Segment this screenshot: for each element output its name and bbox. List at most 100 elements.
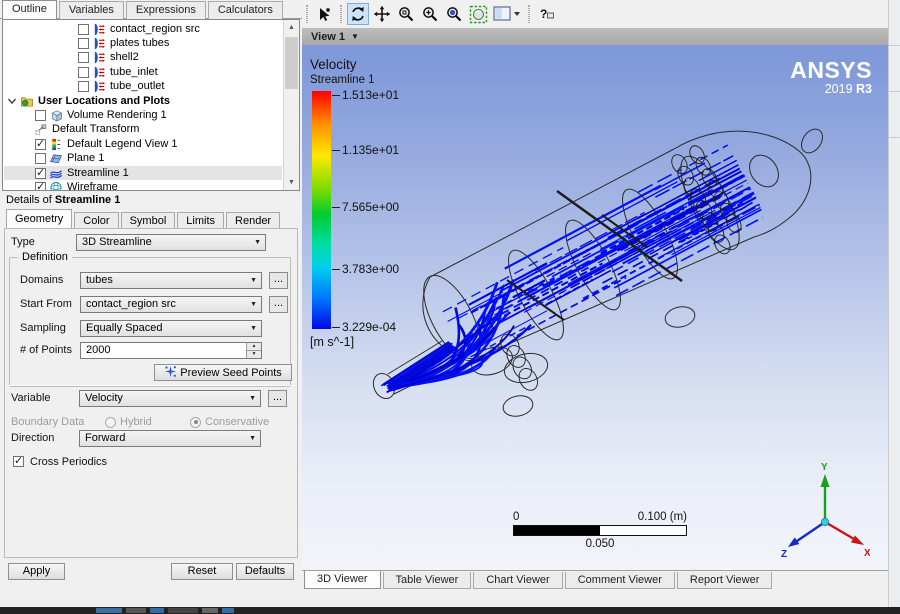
fit-view-button[interactable] <box>467 3 489 25</box>
start-from-label: Start From <box>20 296 72 313</box>
conservative-radio[interactable]: Conservative <box>190 416 269 428</box>
scroll-down-icon[interactable]: ▼ <box>284 175 299 190</box>
boundary-data-label: Boundary Data <box>11 414 84 431</box>
3d-viewport[interactable]: Velocity Streamline 1 1.513e+01 1.135e+0… <box>302 45 888 570</box>
rotate-icon <box>349 5 367 23</box>
view-dropdown-icon[interactable]: ▼ <box>351 32 359 41</box>
rotate-tool-button[interactable] <box>347 3 369 25</box>
sampling-dropdown[interactable]: Equally Spaced▼ <box>80 320 262 337</box>
ansys-cfd-post-window: OutlineVariablesExpressionsCalculatorsTu… <box>0 0 900 614</box>
legend-unit: [m s^-1] <box>310 335 354 349</box>
tree-item-tube-outlet[interactable]: tube_outlet <box>4 80 282 94</box>
checkbox[interactable] <box>35 110 46 121</box>
tab-limits[interactable]: Limits <box>177 212 224 229</box>
separator <box>7 385 295 386</box>
tab-chart-viewer[interactable]: Chart Viewer <box>473 572 562 589</box>
tree-item-wireframe[interactable]: Wireframe <box>4 180 282 191</box>
tab-outline[interactable]: Outline <box>2 0 57 19</box>
fit-view-icon <box>469 5 488 24</box>
svg-text:?: ? <box>540 7 547 21</box>
toolbar-grip[interactable] <box>306 5 308 23</box>
variable-browse-button[interactable]: ... <box>268 390 287 407</box>
tab-expressions[interactable]: Expressions <box>126 1 206 19</box>
zoom-area-tool-button[interactable] <box>443 3 465 25</box>
taskbar-edge[interactable] <box>0 607 900 614</box>
toolbar-grip[interactable] <box>528 5 530 23</box>
hybrid-radio[interactable]: Hybrid <box>105 416 152 428</box>
tree-item-default-transform[interactable]: Default Transform <box>4 123 282 137</box>
tab-symbol[interactable]: Symbol <box>121 212 176 229</box>
collapsed-panel-strip[interactable] <box>888 0 900 608</box>
orientation-triad[interactable]: Y X Z <box>780 460 870 562</box>
checkbox[interactable] <box>78 24 89 35</box>
tab-render[interactable]: Render <box>226 212 280 229</box>
pan-tool-button[interactable] <box>371 3 393 25</box>
domains-browse-button[interactable]: ... <box>269 272 288 289</box>
tree-item-contact-region-src[interactable]: contact_region src <box>4 22 282 36</box>
tree-item-default-legend[interactable]: Default Legend View 1 <box>4 137 282 151</box>
tree-item-shell2[interactable]: shell2 <box>4 51 282 65</box>
tab-geometry[interactable]: Geometry <box>6 209 72 228</box>
checkbox[interactable] <box>78 81 89 92</box>
scroll-up-icon[interactable]: ▲ <box>284 20 299 35</box>
tree-item-volume-rendering[interactable]: Volume Rendering 1 <box>4 108 282 122</box>
defaults-button[interactable]: Defaults <box>236 563 294 580</box>
viewport-layout-button[interactable] <box>491 3 523 25</box>
wireframe-icon <box>49 181 63 191</box>
tab-report-viewer[interactable]: Report Viewer <box>677 572 773 589</box>
tree-item-plates-tubes[interactable]: plates tubes <box>4 36 282 50</box>
points-label: # of Points <box>20 342 72 359</box>
toolbar-grip[interactable] <box>340 5 342 23</box>
apply-button[interactable]: Apply <box>8 563 65 580</box>
tab-table-viewer[interactable]: Table Viewer <box>383 572 472 589</box>
zoom-box-tool-button[interactable] <box>395 3 417 25</box>
checkbox[interactable] <box>78 67 89 78</box>
start-from-browse-button[interactable]: ... <box>269 296 288 313</box>
direction-dropdown[interactable]: Forward▼ <box>79 430 261 447</box>
viewport-layout-icon <box>493 5 521 23</box>
tab-calculators[interactable]: Calculators <box>208 1 283 19</box>
legend-title: Velocity <box>310 57 375 72</box>
tree-item-streamline-1[interactable]: Streamline 1 <box>4 166 282 180</box>
type-label: Type <box>11 234 35 251</box>
tree-item-plane-1[interactable]: Plane 1 <box>4 152 282 166</box>
tab-comment-viewer[interactable]: Comment Viewer <box>565 572 675 589</box>
viewer-bottom-tabs: 3D ViewerTable ViewerChart ViewerComment… <box>302 570 888 589</box>
spin-down-icon[interactable]: ▼ <box>247 351 261 358</box>
checkbox[interactable] <box>35 153 46 164</box>
pan-icon <box>373 5 391 23</box>
checkbox-checked[interactable] <box>35 182 46 191</box>
ansys-logo: ANSYS 2019 R3 <box>790 58 872 96</box>
radio-icon <box>105 417 116 428</box>
context-help-button[interactable]: ? <box>535 3 557 25</box>
type-dropdown[interactable]: 3D Streamline▼ <box>76 234 266 251</box>
spin-up-icon[interactable]: ▲ <box>247 343 261 351</box>
select-tool-button[interactable] <box>313 3 335 25</box>
tab-variables[interactable]: Variables <box>59 1 124 19</box>
preview-seed-points-button[interactable]: Preview Seed Points <box>154 364 292 381</box>
scroll-thumb[interactable] <box>285 37 298 89</box>
checkbox[interactable] <box>78 38 89 49</box>
tab-color[interactable]: Color <box>74 212 118 229</box>
checkbox[interactable] <box>78 52 89 63</box>
chevron-down-icon[interactable] <box>7 96 17 106</box>
checkbox-checked[interactable] <box>35 168 46 179</box>
points-spinbox[interactable]: 2000 ▲▼ <box>80 342 262 359</box>
tab-3d-viewer[interactable]: 3D Viewer <box>304 571 381 589</box>
domains-dropdown[interactable]: tubes▼ <box>80 272 262 289</box>
tree-scrollbar[interactable]: ▲ ▼ <box>283 20 299 190</box>
cross-periodics-checkbox[interactable] <box>13 456 24 467</box>
tree-item-user-locations[interactable]: User Locations and Plots <box>4 94 282 108</box>
checkbox-checked[interactable] <box>35 139 46 150</box>
reset-button[interactable]: Reset <box>171 563 233 580</box>
scale-ruler: 00.100 (m) 0.050 <box>513 511 687 550</box>
tree-item-tube-inlet[interactable]: tube_inlet <box>4 65 282 79</box>
start-from-dropdown[interactable]: contact_region src▼ <box>80 296 262 313</box>
variable-label: Variable <box>11 390 51 407</box>
view-tab[interactable]: View 1 <box>311 31 345 43</box>
radio-selected-icon <box>190 417 201 428</box>
velocity-legend: Velocity Streamline 1 1.513e+01 1.135e+0… <box>310 57 375 86</box>
variable-dropdown[interactable]: Velocity▼ <box>79 390 261 407</box>
zoom-in-tool-button[interactable] <box>419 3 441 25</box>
geometry-form: Type 3D Streamline▼ Definition Domains t… <box>4 228 298 558</box>
